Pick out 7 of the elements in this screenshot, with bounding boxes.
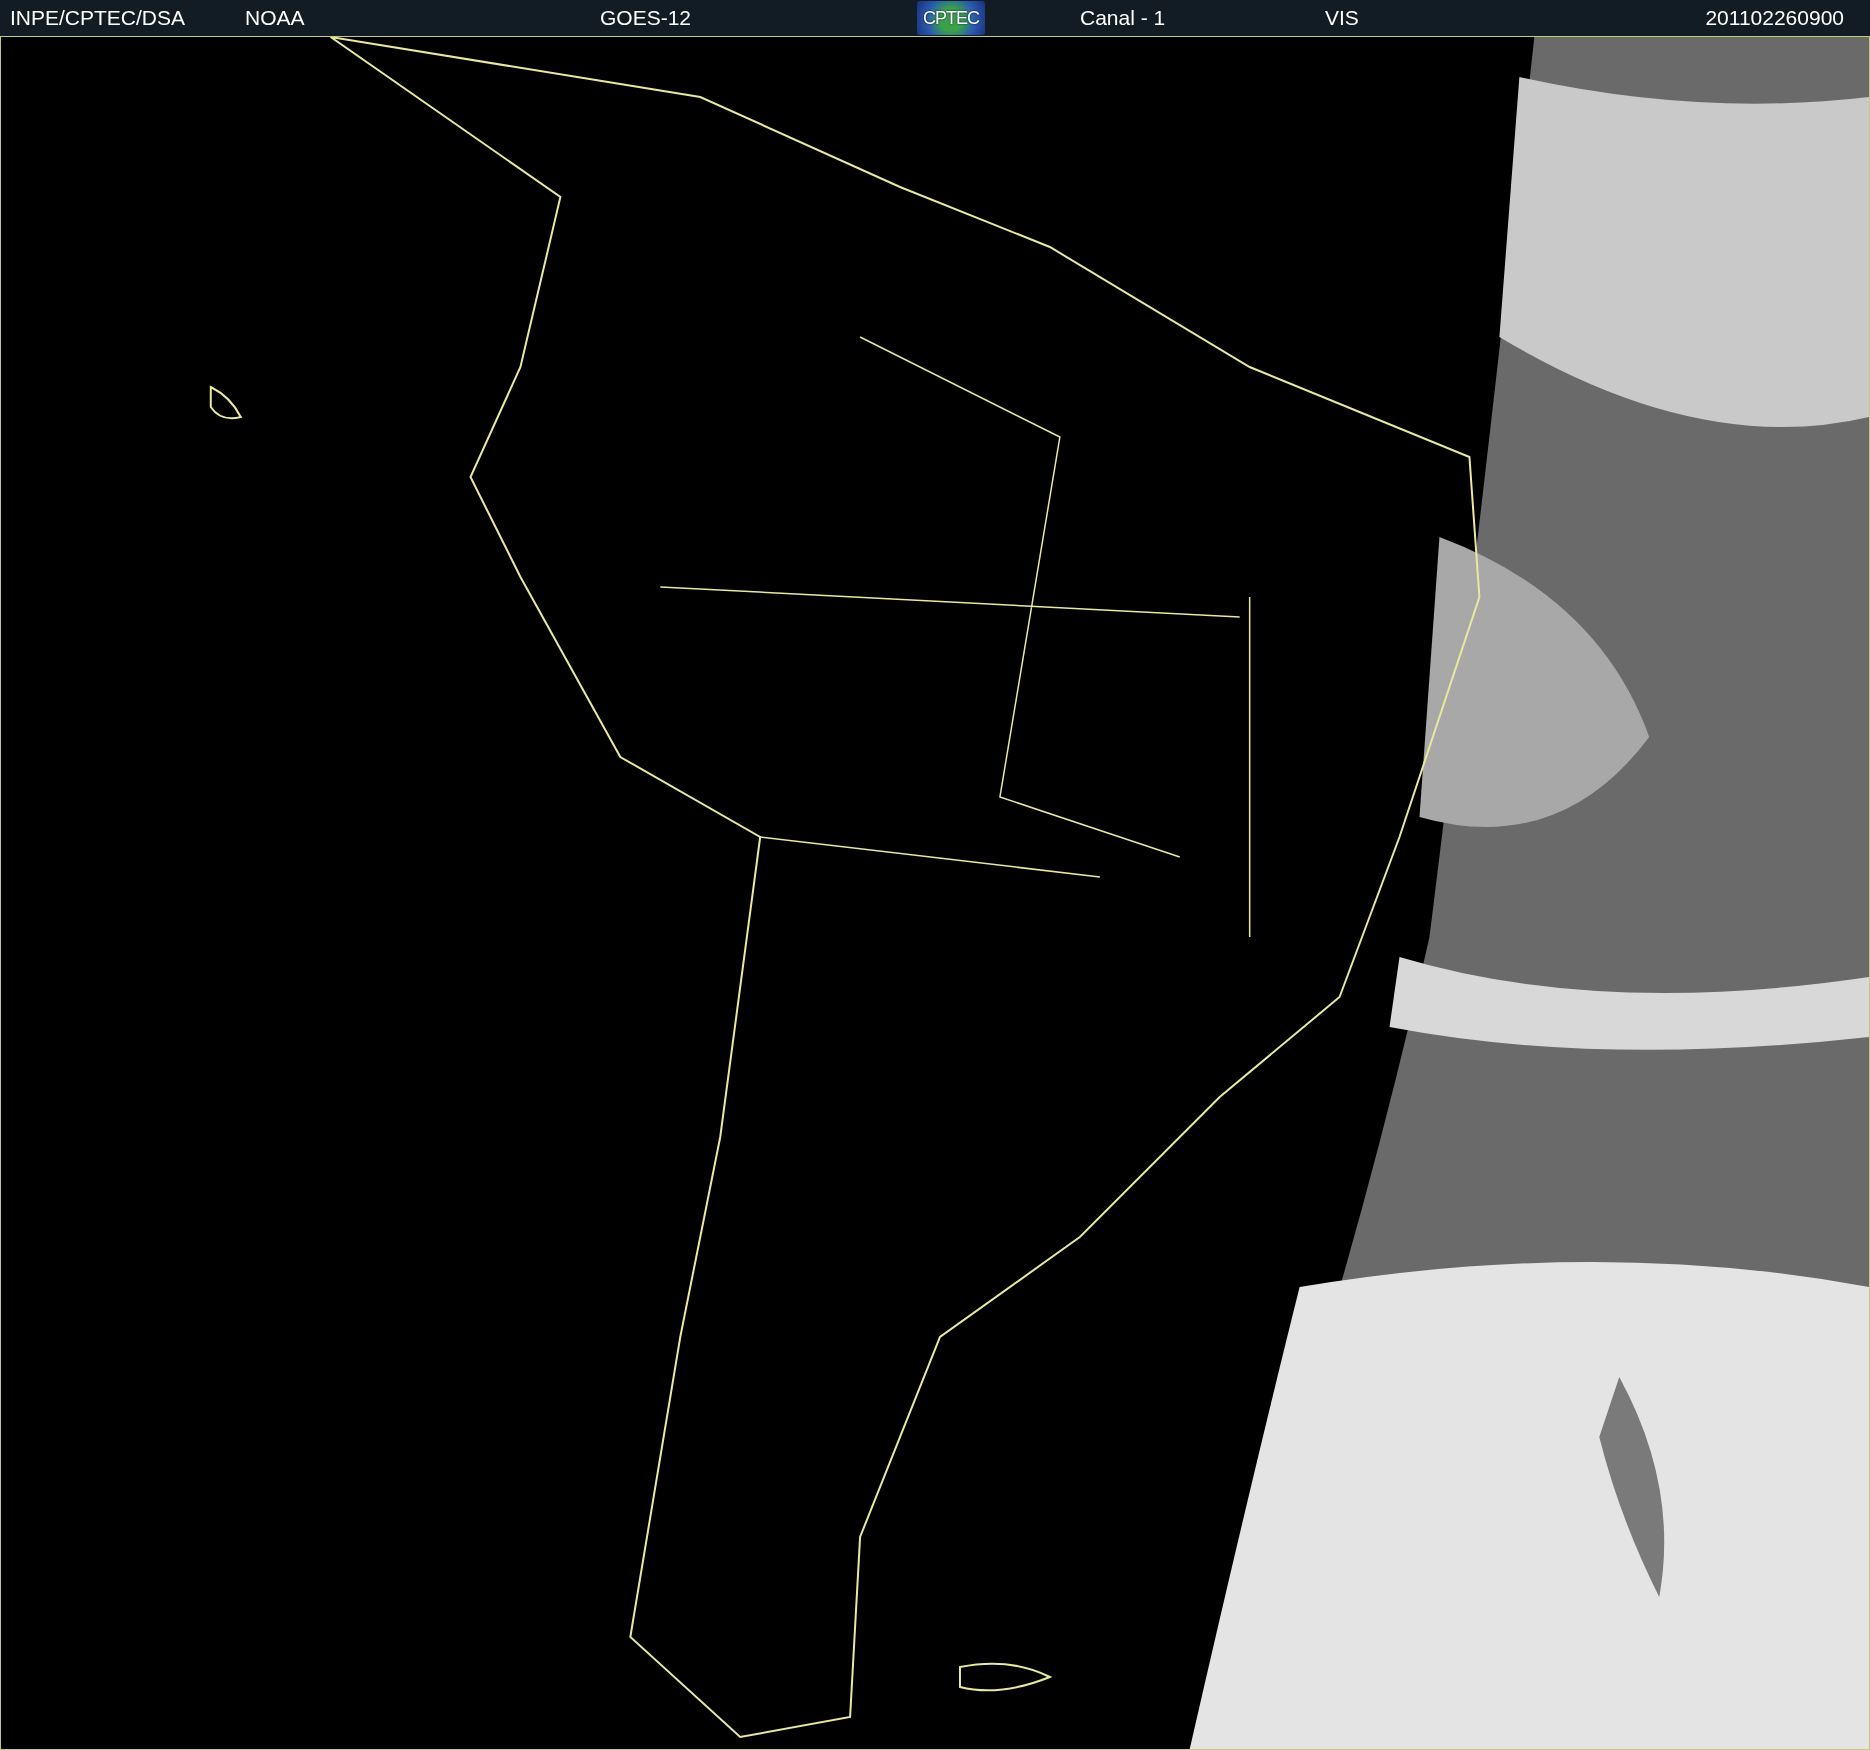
header-label: GOES-12 bbox=[600, 6, 692, 30]
header-label: 201102260900 bbox=[1705, 6, 1844, 30]
header-label: INPE/CPTEC/DSA bbox=[10, 6, 186, 30]
header-label: NOAA bbox=[245, 6, 305, 30]
logo: CPTEC bbox=[917, 1, 985, 35]
header-label: Canal - 1 bbox=[1080, 6, 1166, 30]
header-label: VIS bbox=[1325, 6, 1359, 30]
